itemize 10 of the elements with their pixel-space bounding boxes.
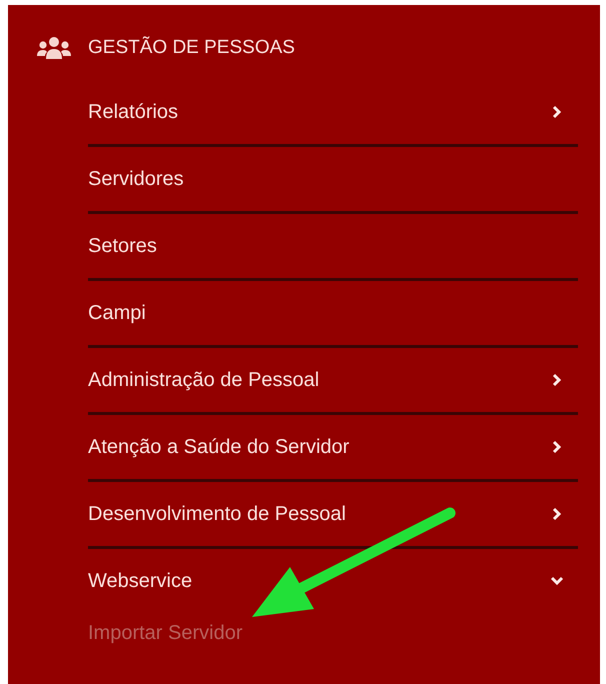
section-title: GESTÃO DE PESSOAS	[88, 36, 295, 58]
menu-item[interactable]: Webservice	[88, 549, 578, 613]
menu-item[interactable]: Relatórios	[88, 80, 578, 147]
people-icon	[37, 37, 71, 59]
menu-item[interactable]: Setores	[88, 214, 578, 281]
menu-item[interactable]: Atenção a Saúde do Servidor	[88, 415, 578, 482]
menu-item[interactable]: Administração de Pessoal	[88, 348, 578, 415]
menu-item[interactable]: Desenvolvimento de Pessoal	[88, 482, 578, 549]
menu-item[interactable]: Servidores	[88, 147, 578, 214]
menu-item[interactable]: Campi	[88, 281, 578, 348]
